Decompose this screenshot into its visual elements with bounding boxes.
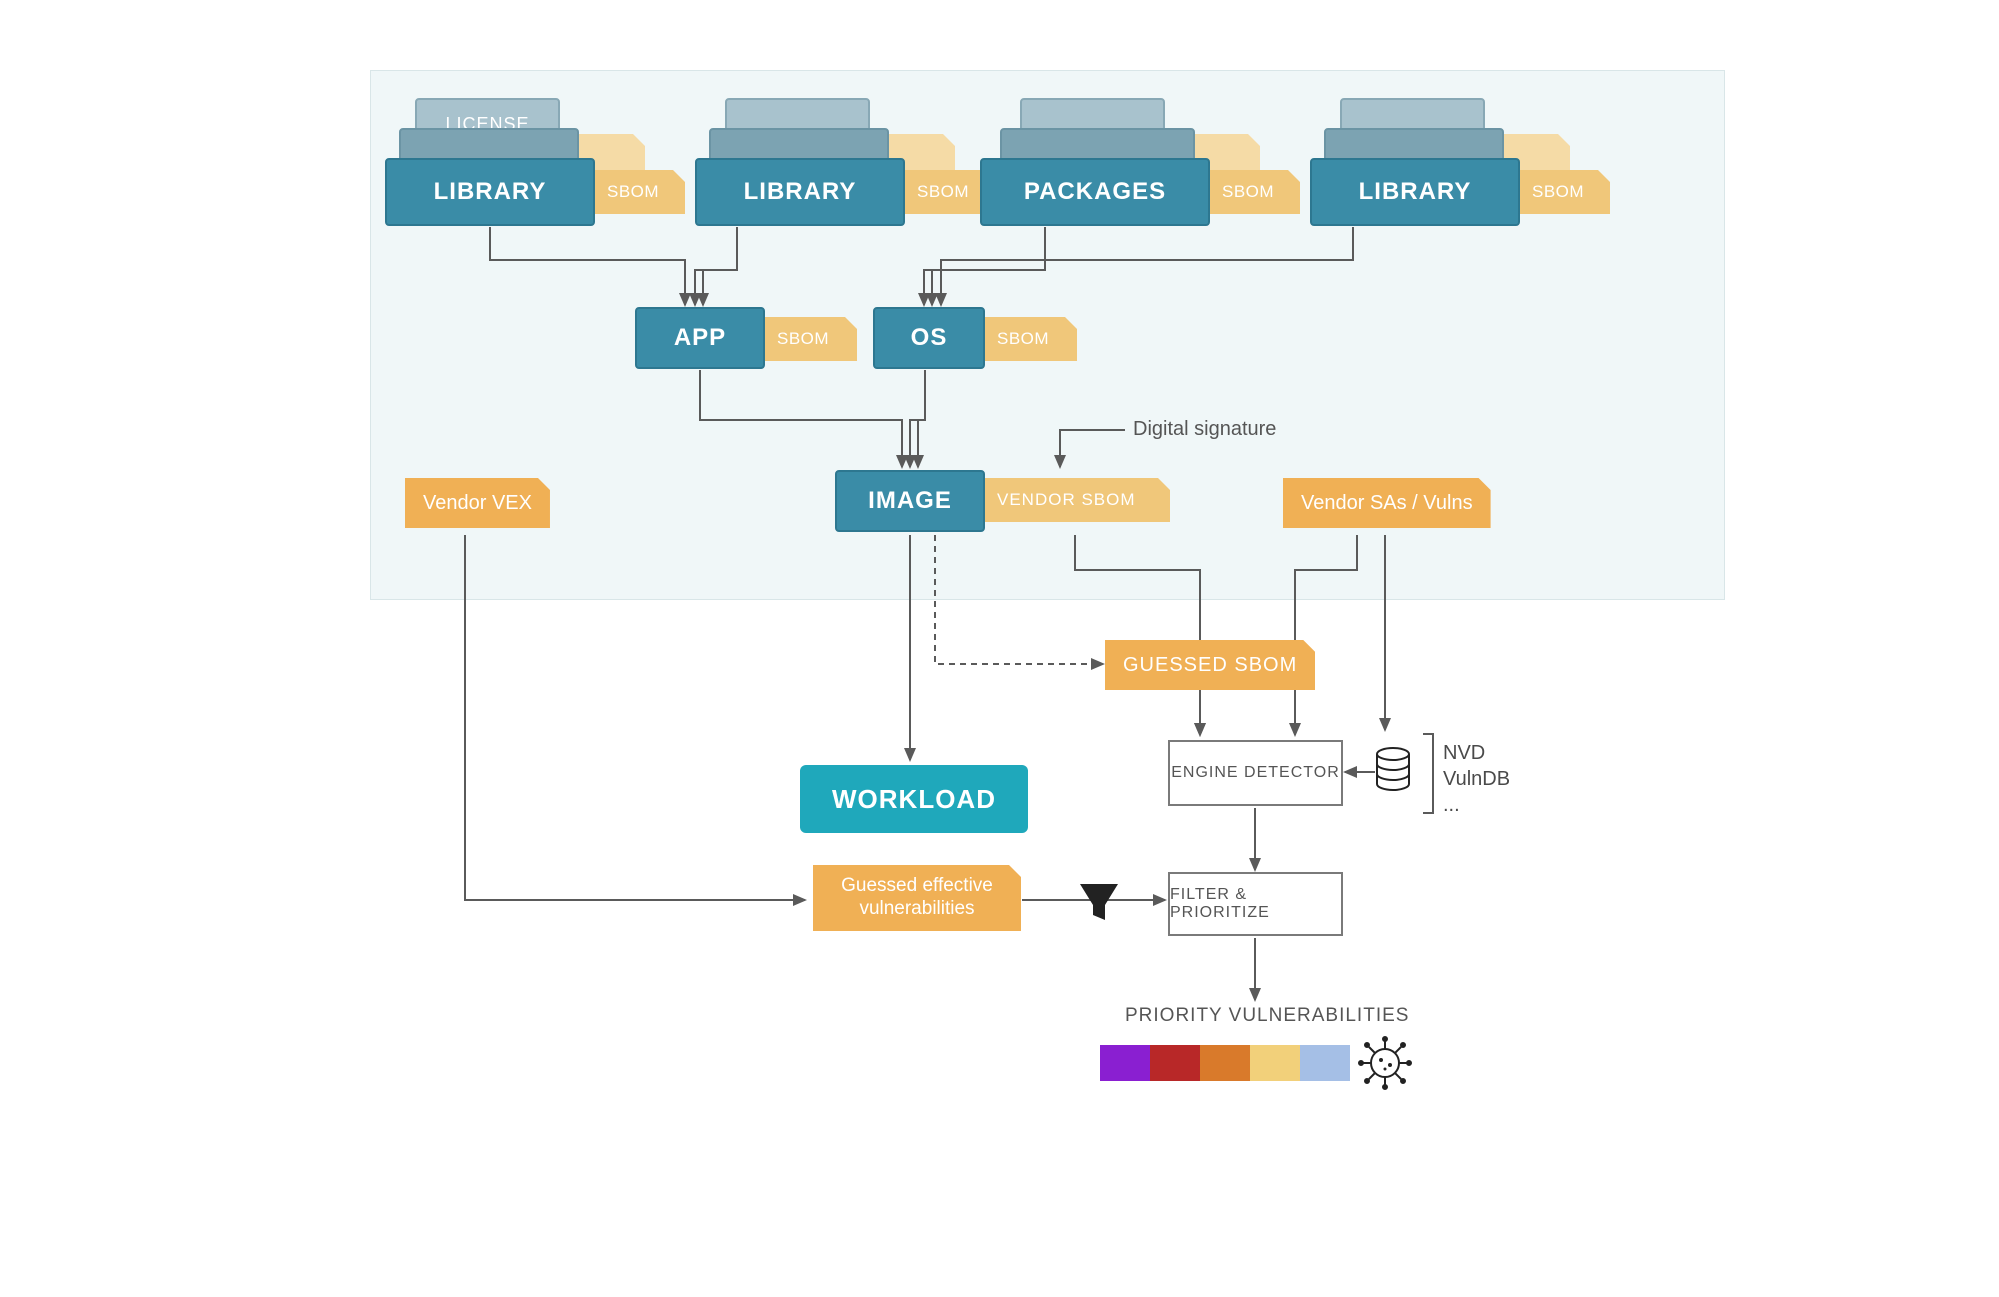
os-box: OS [873, 307, 985, 369]
severity-critical [1100, 1045, 1150, 1081]
funnel-icon [1080, 884, 1118, 920]
sbom-tag: SBOM [1210, 170, 1300, 214]
filter-prioritize-box: FILTER & PRIORITIZE [1168, 872, 1343, 936]
vendor-vex-tag: Vendor VEX [405, 478, 550, 528]
digital-signature-label: Digital signature [1133, 418, 1276, 441]
database-icon [1377, 748, 1409, 790]
vendor-sas-tag: Vendor SAs / Vulns [1283, 478, 1491, 528]
guessed-eff-line2: vulnerabilities [859, 898, 974, 921]
db-nvd: NVD [1443, 740, 1510, 766]
severity-info [1300, 1045, 1350, 1081]
stack-packages: PACKAGES SBOM [980, 98, 1210, 226]
stack-library-1: LICENSE LIBRARY SBOM [385, 98, 595, 226]
sbom-tag: SBOM [595, 170, 685, 214]
app-sbom-tag: SBOM [765, 317, 857, 361]
db-vulndb: VulnDB [1443, 766, 1510, 792]
severity-high [1150, 1045, 1200, 1081]
virus-icon [1359, 1037, 1411, 1089]
library-front-box: LIBRARY [1310, 158, 1520, 226]
severity-color-strip [1100, 1045, 1350, 1081]
stack-library-2: LIBRARY SBOM [695, 98, 905, 226]
guessed-effective-vulns-tag: Guessed effective vulnerabilities [813, 865, 1021, 931]
packages-front-box: PACKAGES [980, 158, 1210, 226]
os-sbom-tag: SBOM [985, 317, 1077, 361]
app-box: APP [635, 307, 765, 369]
image-box: IMAGE [835, 470, 985, 532]
db-more: ... [1443, 792, 1510, 818]
library-front-box: LIBRARY [385, 158, 595, 226]
workload-box: WORKLOAD [800, 765, 1028, 833]
library-front-box: LIBRARY [695, 158, 905, 226]
severity-low [1250, 1045, 1300, 1081]
guessed-eff-line1: Guessed effective [841, 875, 993, 898]
diagram-canvas: LICENSE LIBRARY SBOM LIBRARY SBOM PACKAG… [265, 60, 1735, 1150]
engine-detector-box: ENGINE DETECTOR [1168, 740, 1343, 806]
sbom-tag: SBOM [1520, 170, 1610, 214]
db-sources-label: NVD VulnDB ... [1443, 740, 1510, 818]
priority-vulnerabilities-title: PRIORITY VULNERABILITIES [1125, 1005, 1409, 1027]
vendor-sbom-tag: VENDOR SBOM [985, 478, 1170, 522]
severity-medium [1200, 1045, 1250, 1081]
guessed-sbom-tag: GUESSED SBOM [1105, 640, 1315, 690]
stack-library-4: LIBRARY SBOM [1310, 98, 1520, 226]
